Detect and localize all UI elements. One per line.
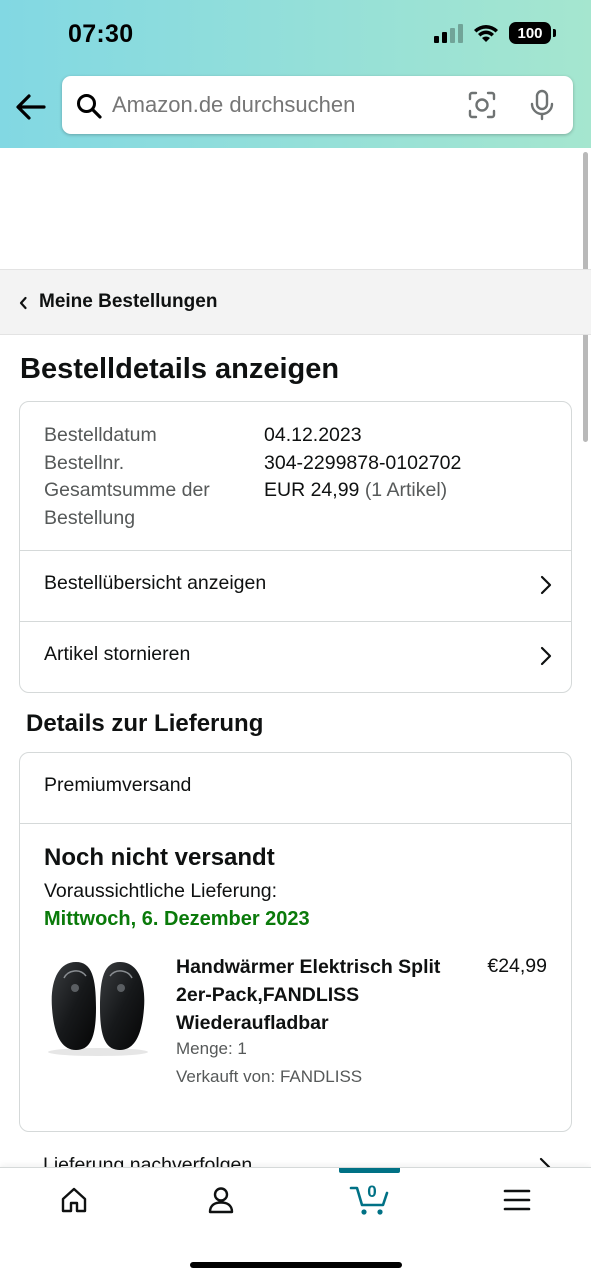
estimated-delivery-label: Voraussichtliche Lieferung: bbox=[44, 880, 278, 902]
shipping-status: Noch nicht versandt bbox=[44, 844, 275, 871]
chevron-left-icon bbox=[19, 296, 27, 310]
nav-menu[interactable] bbox=[443, 1168, 590, 1238]
microphone-icon[interactable] bbox=[528, 89, 556, 121]
breadcrumb[interactable]: Meine Bestellungen bbox=[0, 269, 591, 335]
product-seller: Verkauft von: FANDLISS bbox=[176, 1067, 363, 1086]
divider bbox=[20, 823, 571, 824]
breadcrumb-my-orders-link[interactable]: Meine Bestellungen bbox=[39, 291, 217, 313]
order-item-count: (1 Artikel) bbox=[364, 479, 448, 501]
nav-home[interactable] bbox=[0, 1168, 147, 1238]
product-price: €24,99 bbox=[487, 955, 547, 977]
cancel-items-button[interactable]: Artikel stornieren bbox=[20, 622, 571, 692]
product-title-link[interactable]: Handwärmer Elektrisch Split 2er-Pack,FAN… bbox=[176, 953, 446, 1037]
order-info: Bestelldatum 04.12.2023 Bestellnr. 304-2… bbox=[44, 422, 544, 532]
cart-count-badge: 0 bbox=[367, 1182, 377, 1201]
delivery-card: Premiumversand Noch nicht versandt Vorau… bbox=[19, 752, 572, 1132]
product-image[interactable] bbox=[44, 958, 152, 1058]
order-total-value: EUR 24,99 bbox=[264, 479, 360, 501]
order-details-page: 07:30 100 Amazon.de durchsuchen Meine Be… bbox=[0, 0, 591, 1280]
chevron-right-icon bbox=[540, 575, 552, 595]
camera-lens-icon[interactable] bbox=[468, 91, 496, 119]
view-order-summary-button[interactable]: Bestellübersicht anzeigen bbox=[20, 551, 571, 621]
view-order-summary-label: Bestellübersicht anzeigen bbox=[44, 572, 267, 594]
delivery-section-title: Details zur Lieferung bbox=[26, 710, 264, 737]
order-total-label-line2: Bestellung bbox=[44, 506, 136, 529]
cellular-signal-icon bbox=[434, 23, 463, 43]
home-icon bbox=[61, 1187, 86, 1213]
page-title: Bestelldetails anzeigen bbox=[20, 353, 340, 385]
order-date-value: 04.12.2023 bbox=[264, 424, 362, 446]
search-input[interactable] bbox=[112, 76, 442, 134]
order-number-value: 304-2299878-0102702 bbox=[264, 451, 462, 474]
order-total-label-line1: Gesamtsumme der bbox=[44, 479, 210, 501]
order-number-label: Bestellnr. bbox=[44, 451, 125, 474]
search-bar[interactable] bbox=[62, 76, 573, 134]
search-icon bbox=[77, 94, 102, 119]
cancel-items-label: Artikel stornieren bbox=[44, 643, 191, 665]
header: 07:30 100 bbox=[0, 0, 591, 148]
order-date-label: Bestelldatum bbox=[44, 424, 157, 446]
shipping-type: Premiumversand bbox=[44, 774, 192, 796]
nav-account[interactable] bbox=[147, 1168, 294, 1238]
status-icons: 100 bbox=[434, 22, 556, 44]
battery-icon: 100 bbox=[509, 22, 556, 44]
product-quantity: Menge: 1 bbox=[176, 1039, 247, 1058]
menu-icon bbox=[503, 1189, 530, 1211]
estimated-delivery-date: Mittwoch, 6. Dezember 2023 bbox=[44, 908, 310, 930]
back-arrow-icon[interactable] bbox=[14, 92, 48, 122]
nav-cart[interactable] bbox=[296, 1168, 443, 1238]
account-icon bbox=[208, 1187, 233, 1214]
home-indicator bbox=[190, 1262, 402, 1268]
wifi-icon bbox=[474, 25, 498, 42]
order-summary-card: Bestelldatum 04.12.2023 Bestellnr. 304-2… bbox=[19, 401, 572, 693]
status-time: 07:30 bbox=[68, 20, 134, 48]
chevron-right-icon bbox=[540, 646, 552, 666]
